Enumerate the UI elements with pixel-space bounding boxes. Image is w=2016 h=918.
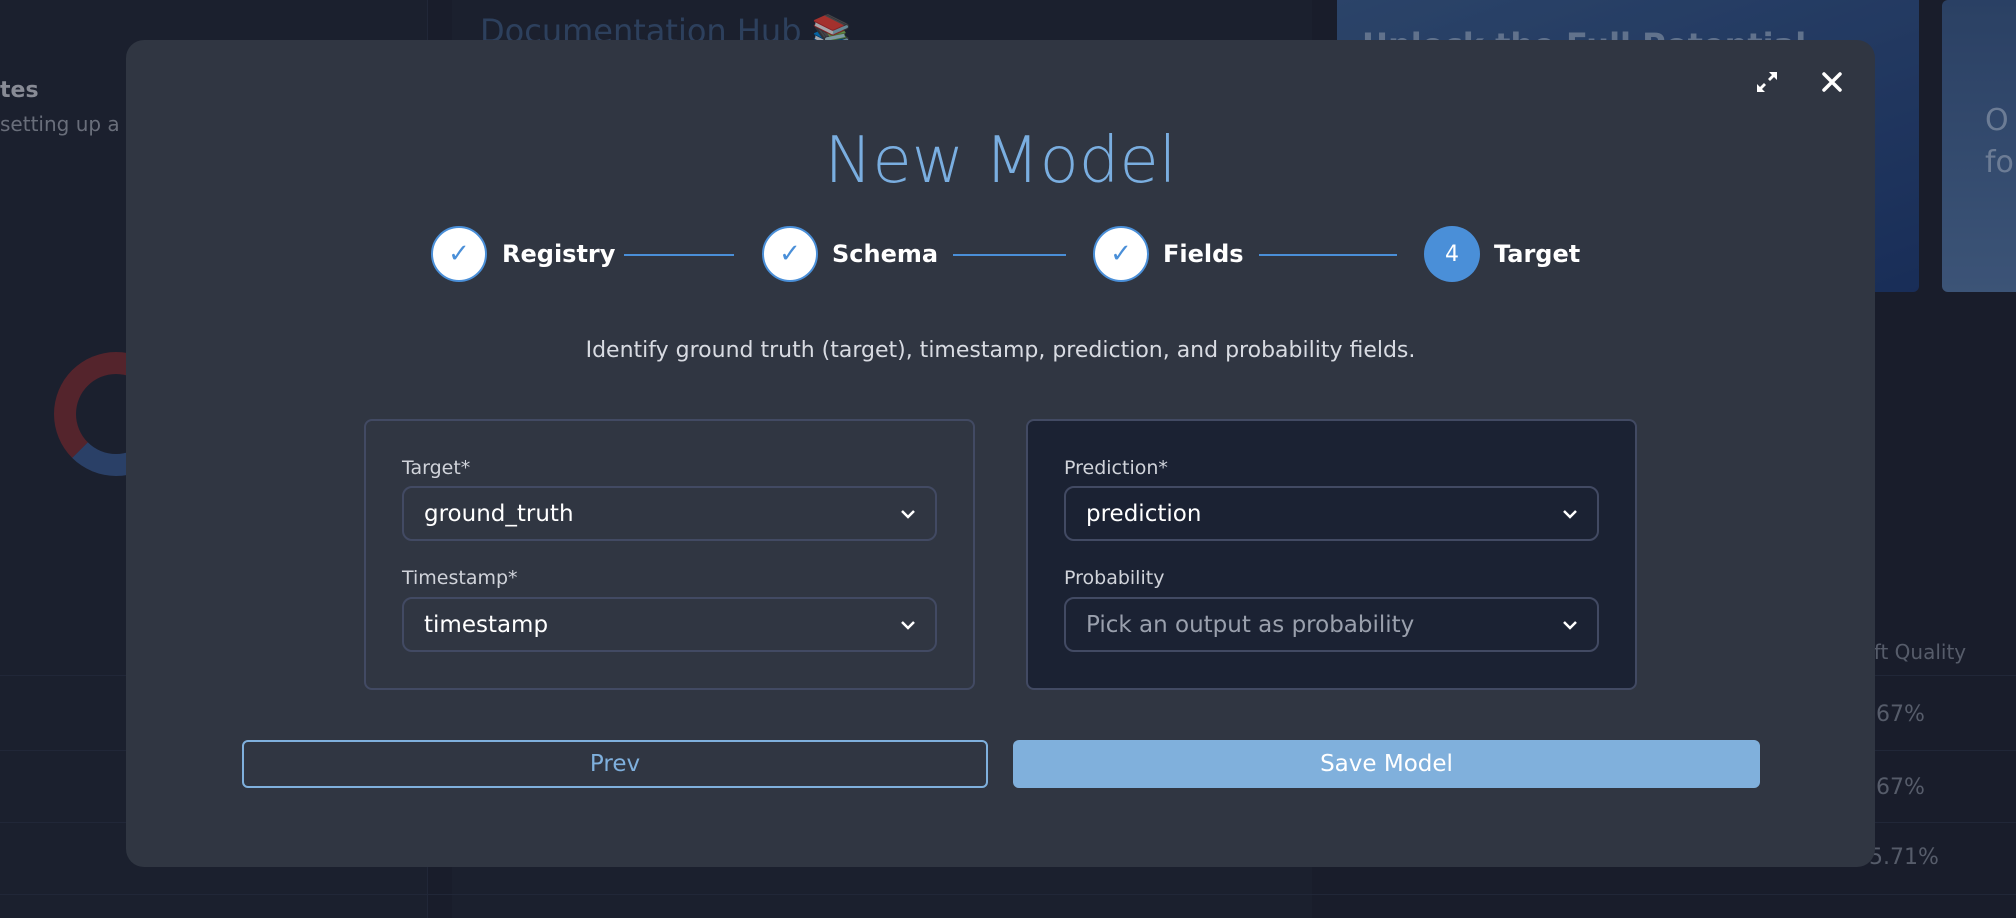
timestamp-label: Timestamp*	[402, 567, 518, 589]
step-schema-label: Schema	[832, 240, 939, 268]
new-model-modal: New Model ✓ Registry ✓ Schema ✓ Fields 4…	[126, 40, 1875, 867]
timestamp-select-value: timestamp	[424, 611, 549, 638]
probability-select[interactable]: Pick an output as probability	[1064, 597, 1599, 652]
target-select-value: ground_truth	[424, 500, 574, 527]
step-description: Identify ground truth (target), timestam…	[585, 338, 1416, 363]
probability-select-placeholder: Pick an output as probability	[1086, 611, 1415, 638]
prediction-label: Prediction*	[1064, 457, 1168, 479]
prev-button[interactable]: Prev	[242, 740, 988, 788]
chevron-down-icon	[1563, 621, 1577, 630]
target-select[interactable]: ground_truth	[402, 486, 937, 541]
expand-icon[interactable]	[1751, 66, 1783, 98]
stepper: ✓ Registry ✓ Schema ✓ Fields 4 Target	[126, 226, 1875, 284]
target-timestamp-card: Target* ground_truth Timestamp* timestam…	[364, 419, 975, 690]
step-connector	[1259, 254, 1397, 256]
step-target-number: 4	[1424, 226, 1480, 282]
prediction-probability-card: Prediction* prediction Probability Pick …	[1026, 419, 1637, 690]
step-fields-check-icon: ✓	[1093, 226, 1149, 282]
close-icon[interactable]	[1816, 66, 1848, 98]
step-schema-check-icon: ✓	[762, 226, 818, 282]
timestamp-select[interactable]: timestamp	[402, 597, 937, 652]
target-label: Target*	[402, 457, 471, 479]
step-connector	[953, 254, 1066, 256]
probability-label: Probability	[1064, 567, 1165, 589]
step-target-label: Target	[1494, 240, 1581, 268]
step-registry-check-icon: ✓	[431, 226, 487, 282]
chevron-down-icon	[1563, 510, 1577, 519]
prediction-select[interactable]: prediction	[1064, 486, 1599, 541]
chevron-down-icon	[901, 510, 915, 519]
prediction-select-value: prediction	[1086, 500, 1202, 527]
step-fields-label: Fields	[1163, 240, 1244, 268]
save-model-button[interactable]: Save Model	[1013, 740, 1760, 788]
modal-title: New Model	[824, 124, 1177, 198]
step-registry-label: Registry	[502, 240, 616, 268]
chevron-down-icon	[901, 621, 915, 630]
step-connector	[624, 254, 734, 256]
